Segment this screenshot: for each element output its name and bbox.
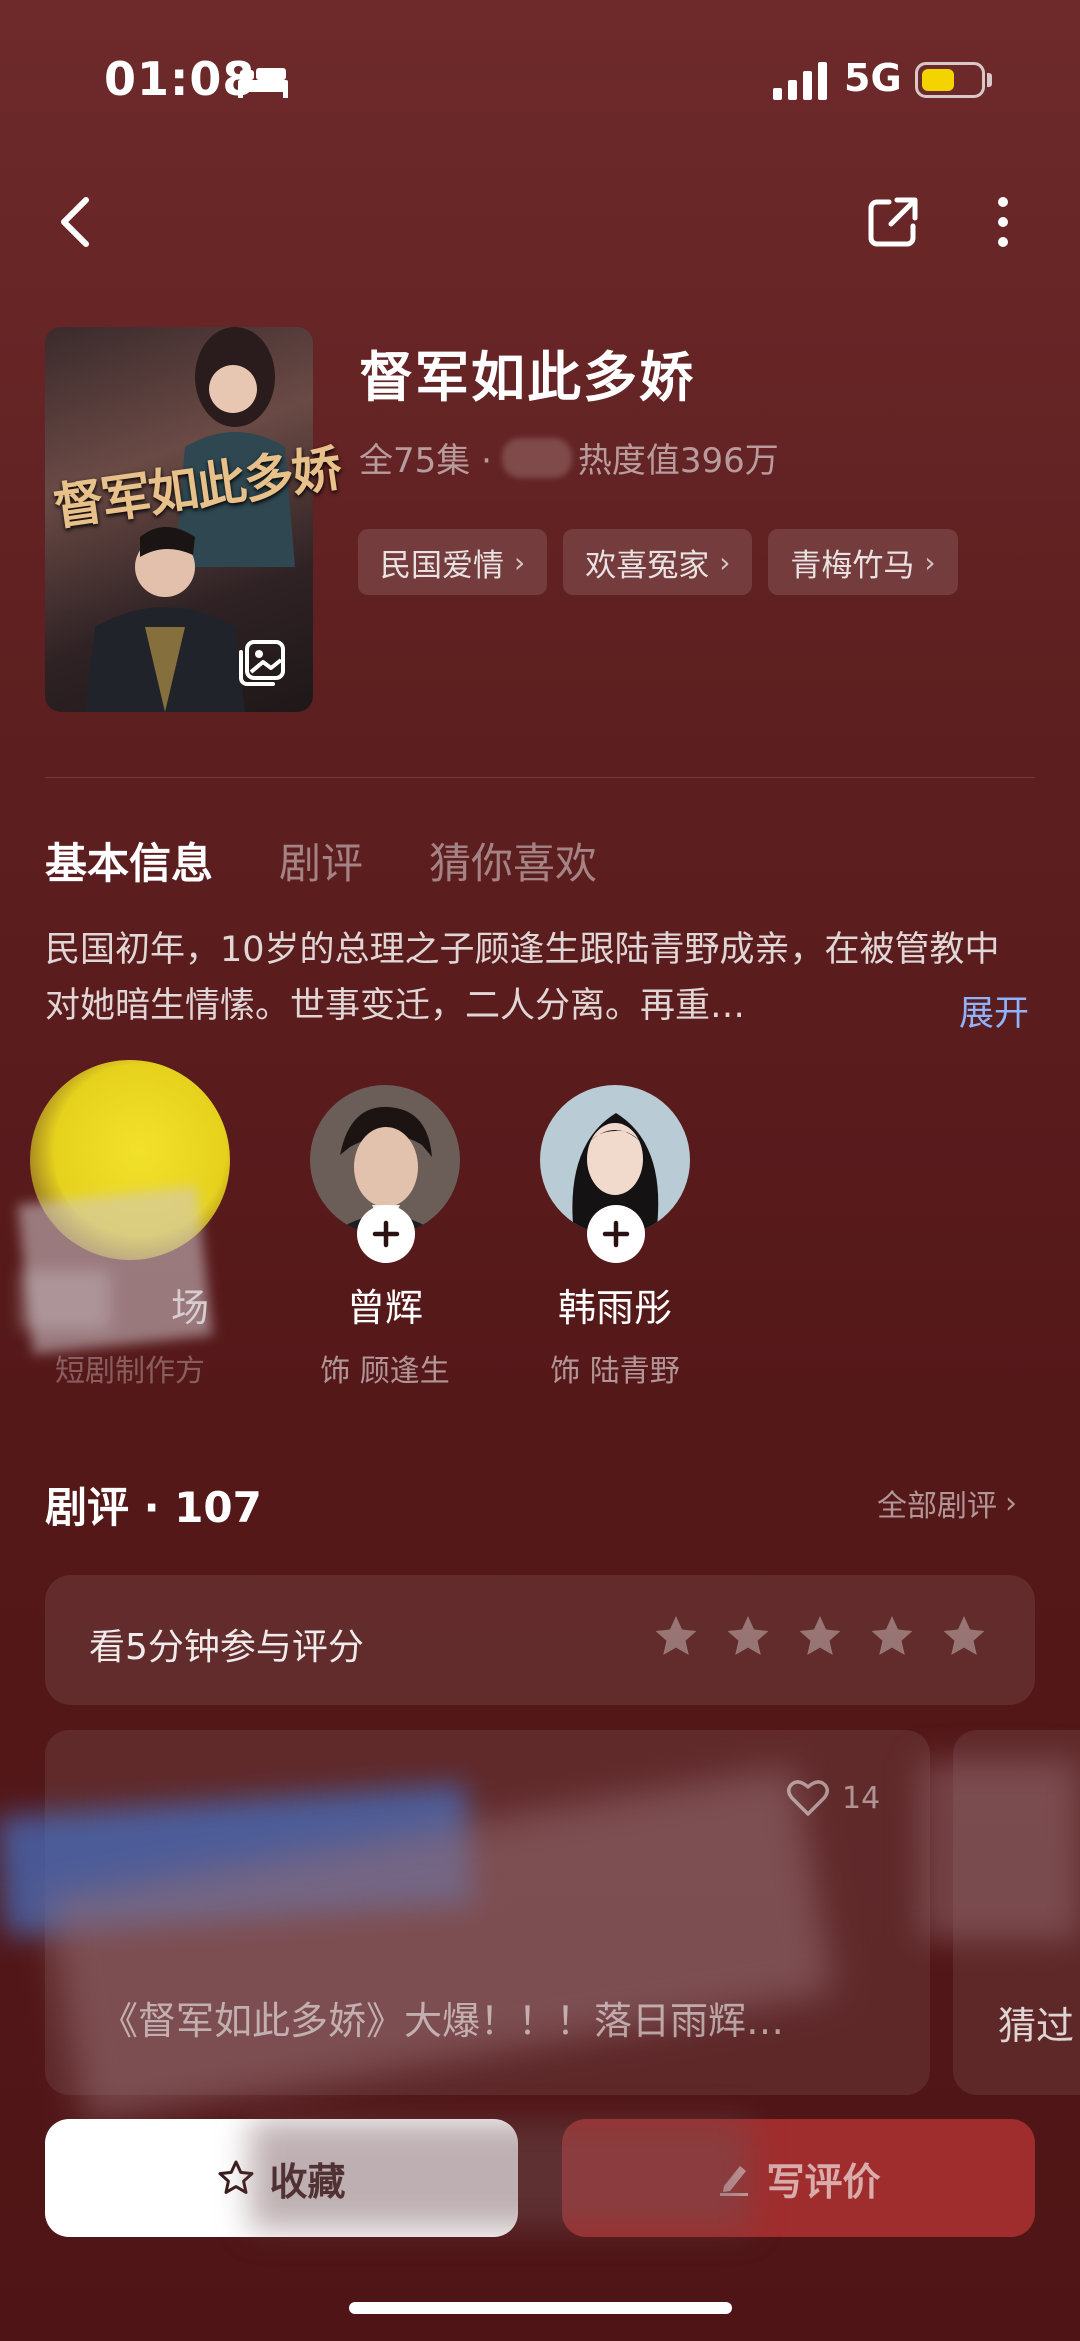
follow-button[interactable] [357, 1205, 415, 1263]
genre-tags: 民国爱情 › 欢喜冤家 › 青梅竹马 › [358, 529, 958, 595]
heat-value: 热度值396万 [577, 441, 779, 481]
section-divider [45, 777, 1035, 778]
battery-icon [915, 62, 985, 98]
share-button[interactable] [863, 192, 923, 252]
follow-button[interactable] [587, 1205, 645, 1263]
episode-count: 全75集 · [359, 441, 492, 481]
all-reviews-link[interactable]: 全部剧评 › [877, 1481, 1017, 1525]
tab-bar: 基本信息 剧评 猜你喜欢 [45, 830, 597, 891]
tab-recommended[interactable]: 猜你喜欢 [429, 830, 597, 891]
like-count: 14 [842, 1780, 881, 1816]
like-button[interactable]: 14 [786, 1778, 880, 1818]
tag-item[interactable]: 欢喜冤家 › [563, 529, 753, 595]
rating-star-icon[interactable] [796, 1613, 844, 1661]
cast-name: 曾辉 [346, 1286, 423, 1330]
expand-link[interactable]: 展开 [959, 985, 1029, 1036]
cast-role: 饰 陆青野 [550, 1354, 680, 1389]
scribble-overlay [20, 1270, 110, 1330]
home-indicator[interactable] [349, 2302, 732, 2314]
back-button[interactable] [46, 192, 106, 252]
status-time: 01:08 [104, 52, 256, 106]
cast-name: 韩雨彤 [557, 1286, 672, 1330]
tab-basic-info[interactable]: 基本信息 [45, 830, 213, 891]
gallery-icon[interactable] [237, 638, 287, 688]
cast-role: 短剧制作方 [55, 1354, 205, 1389]
scribble-overlay [250, 2120, 750, 2230]
battery-level [922, 69, 954, 91]
tag-item[interactable]: 青梅竹马 › [768, 529, 958, 595]
rating-star-icon[interactable] [652, 1613, 700, 1661]
cast-member[interactable]: 曾辉 饰 顾逢生 [270, 1085, 500, 1390]
show-meta: 全75集 · 热度值396万 [359, 433, 779, 482]
plus-icon [602, 1220, 630, 1248]
tag-item[interactable]: 民国爱情 › [358, 529, 548, 595]
tag-label: 民国爱情 [380, 547, 504, 584]
chevron-right-icon: › [1005, 1485, 1017, 1521]
scribble-overlay [920, 1760, 1080, 1940]
cellular-signal-icon [773, 62, 827, 100]
more-button[interactable] [973, 192, 1033, 252]
more-vertical-icon [998, 197, 1008, 247]
chevron-right-icon: › [924, 545, 936, 579]
rating-prompt: 看5分钟参与评分 [89, 1627, 364, 1668]
plus-icon [372, 1220, 400, 1248]
heart-icon [787, 1780, 829, 1816]
battery-cap [987, 73, 992, 87]
review-snippet: 猜过 [998, 2004, 1075, 2048]
synopsis-text: 民国初年，10岁的总理之子顾逢生跟陆青野成亲，在被管教中对她暗生情愫。世事变迁，… [45, 930, 1000, 1026]
tag-label: 欢喜冤家 [585, 547, 710, 584]
back-arrow-icon [61, 197, 89, 247]
rating-star-icon[interactable] [868, 1613, 916, 1661]
tab-reviews[interactable]: 剧评 [279, 830, 363, 891]
avatar [540, 1085, 690, 1263]
chevron-right-icon: › [719, 545, 731, 579]
rating-star-icon[interactable] [724, 1613, 772, 1661]
rating-star-icon[interactable] [940, 1613, 988, 1661]
rating-stars [652, 1613, 988, 1661]
redacted-text [501, 437, 572, 478]
avatar [310, 1085, 460, 1263]
chevron-right-icon: › [514, 545, 526, 579]
share-icon [868, 197, 918, 247]
review-snippet: 《督军如此多娇》大爆！！！落日雨辉… [100, 1999, 785, 2043]
reviews-section-title: 剧评 · 107 [45, 1483, 262, 1532]
all-reviews-label: 全部剧评 [877, 1489, 997, 1524]
tag-label: 青梅竹马 [790, 547, 915, 584]
cast-member[interactable]: 韩雨彤 饰 陆青野 [500, 1085, 730, 1390]
write-review-label: 写评价 [766, 2159, 881, 2204]
sleep-mode-icon [238, 68, 288, 98]
cast-role: 饰 顾逢生 [320, 1354, 450, 1389]
network-type: 5G [844, 56, 902, 100]
show-title: 督军如此多娇 [359, 346, 695, 409]
